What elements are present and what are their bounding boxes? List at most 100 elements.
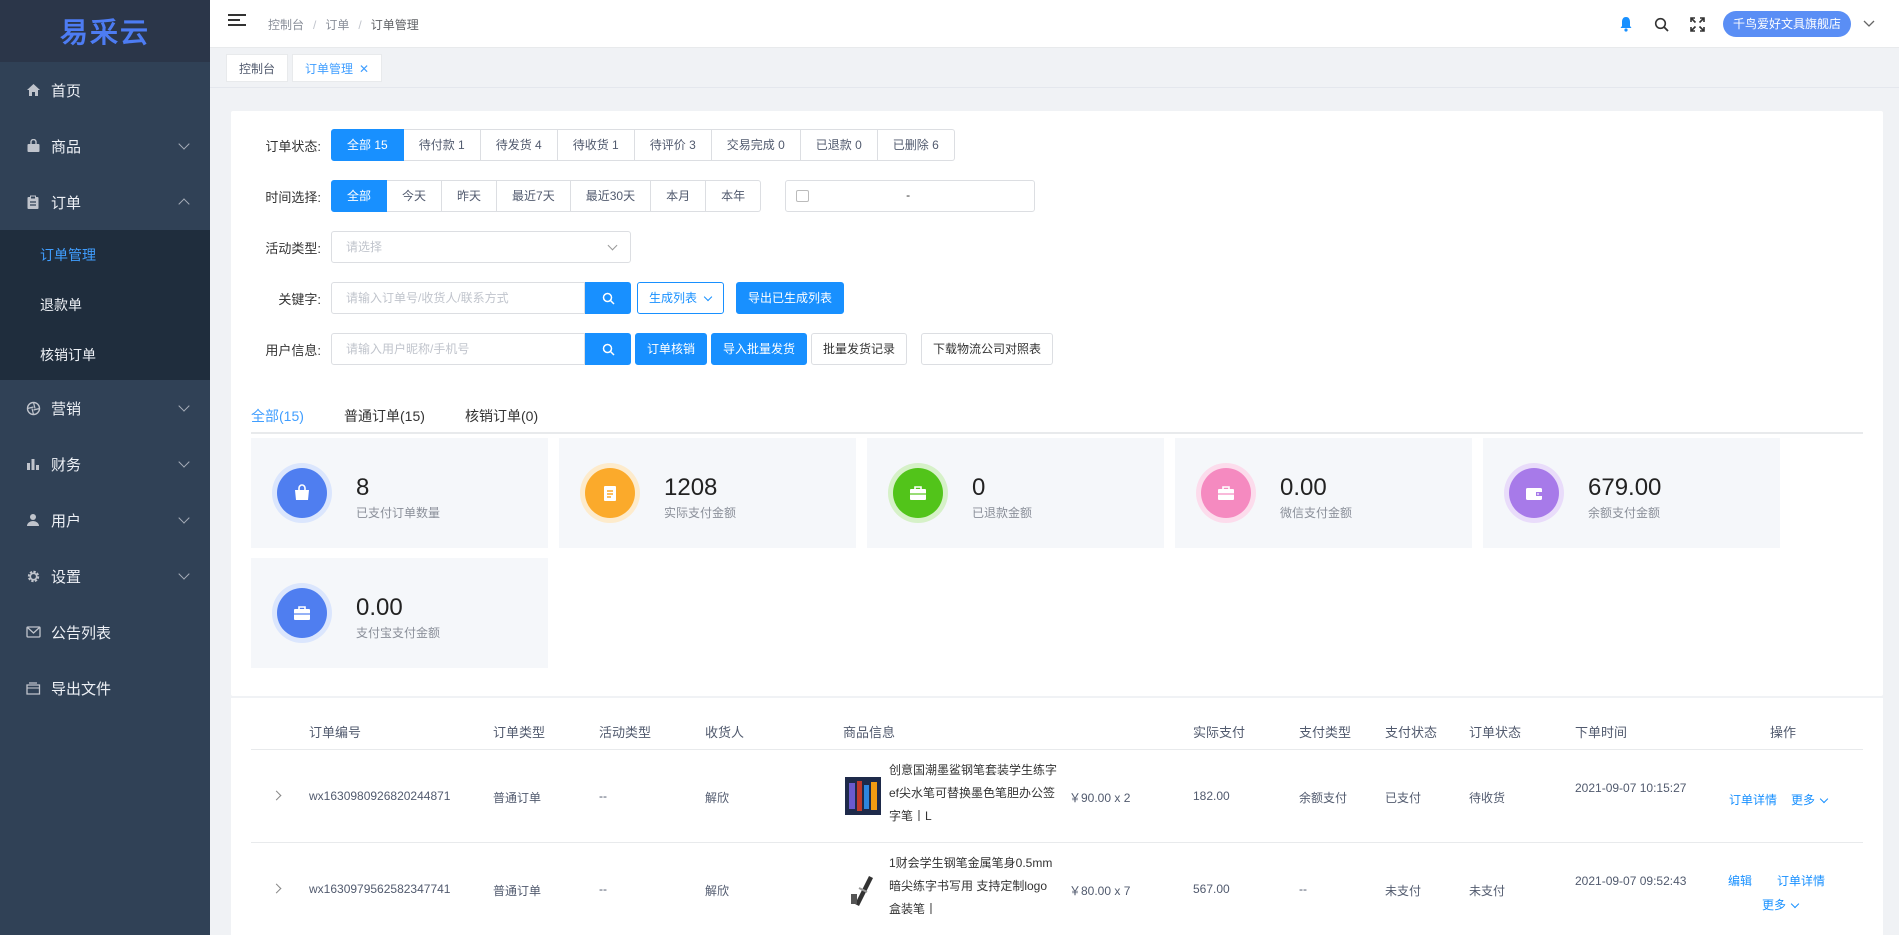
expand-row-icon[interactable] [271,790,282,801]
pay-status: 已支付 [1385,791,1422,805]
user-icon [24,513,42,527]
sidebar-item-settings[interactable]: 设置 [0,548,210,604]
order-verify-button[interactable]: 订单核销 [635,333,708,365]
order-type: 普通订单 [493,791,542,805]
time-option[interactable]: 本年 [706,180,762,212]
chevron-down-icon [178,400,190,412]
select-placeholder: 请选择 [346,240,383,254]
column-header: 商品信息 [843,725,896,740]
sidebar-item-users[interactable]: 用户 [0,492,210,548]
sidebar-item-marketing[interactable]: 营销 [0,380,210,436]
keyword-search-button[interactable] [585,282,631,314]
chevron-down-icon [178,138,190,150]
generate-list-dropdown[interactable]: 生成列表 [637,282,725,314]
column-header: 下单时间 [1575,725,1628,740]
more-actions-dropdown[interactable]: 更多 [1762,896,1800,913]
filter-label: 活动类型: [265,240,321,256]
sidebar-subitem-order-management[interactable]: 订单管理 [0,230,210,280]
activity-filter-row: 活动类型: 请选择 [231,231,631,263]
status-option[interactable]: 待付款 1 [403,129,481,161]
sidebar-item-label: 设置 [51,568,82,586]
column-header: 订单编号 [309,725,362,740]
download-logistics-button[interactable]: 下载物流公司对照表 [921,333,1054,365]
status-option[interactable]: 待评价 3 [634,129,712,161]
wallet-icon [1526,488,1542,500]
column-header: 支付状态 [1385,725,1438,740]
filter-label: 用户信息: [265,342,321,358]
close-icon[interactable]: ✕ [359,62,369,76]
sidebar-item-finance[interactable]: 财务 [0,436,210,492]
sidebar-item-label: 财务 [51,456,82,474]
product-thumbnail [845,870,881,908]
status-option[interactable]: 已删除 6 [877,129,955,161]
stat-label: 余额支付金额 [1588,506,1661,520]
export-generated-list-button[interactable]: 导出已生成列表 [736,282,845,314]
chevron-down-icon [1819,794,1829,804]
time-option[interactable]: 昨天 [442,180,498,212]
chevron-down-icon [607,240,618,251]
chevron-down-icon [178,512,190,524]
sidebar-subitem-verify-orders[interactable]: 核销订单 [0,330,210,380]
time-option[interactable]: 最近30天 [570,180,652,212]
more-actions-dropdown[interactable]: 更多 [1791,791,1829,808]
search-icon[interactable] [1651,13,1673,35]
breadcrumb-item[interactable]: 订单 [325,18,349,32]
status-option[interactable]: 全部 15 [331,129,404,161]
folder-icon [24,681,42,695]
column-header: 操作 [1770,725,1797,740]
table-row: wx1630980926820244871 普通订单 -- 解欣 创意国潮墨鲨钢… [251,751,1863,843]
tag-dashboard[interactable]: 控制台 [226,54,289,82]
time-option[interactable]: 今天 [387,180,443,212]
activity-type-select[interactable]: 请选择 [331,231,631,263]
time-option[interactable]: 全部 [331,180,388,212]
briefcase-icon [910,486,926,500]
breadcrumb: 控制台 / 订单 / 订单管理 [268,18,419,32]
time-option[interactable]: 最近7天 [497,180,571,212]
status-option[interactable]: 待发货 4 [480,129,558,161]
edit-link[interactable]: 编辑 [1728,872,1752,889]
filter-label: 关键字: [278,291,321,307]
price-quantity: ￥90.00 x 2 [1069,791,1131,805]
user-search-input[interactable]: 请输入用户昵称/手机号 [331,333,585,365]
dropdown-label: 更多 [1791,793,1816,807]
bell-icon[interactable] [1615,13,1637,35]
menu-toggle-icon[interactable] [228,14,246,30]
order-detail-link[interactable]: 订单详情 [1777,872,1825,889]
product-name: 创意国潮墨鲨钢笔套装学生练字ef尖水笔可替换墨色笔胆办公签字笔丨L [889,763,1058,823]
sidebar-item-label: 用户 [51,512,82,530]
user-search-button[interactable] [585,333,631,365]
tab-verify[interactable]: 核销订单(0) [465,406,538,426]
status-option[interactable]: 交易完成 0 [711,129,801,161]
stat-value: 8 [356,474,370,501]
sidebar-subitem-refunds[interactable]: 退款单 [0,280,210,330]
import-batch-ship-button[interactable]: 导入批量发货 [711,333,808,365]
sidebar-item-orders[interactable]: 订单 [0,174,210,230]
store-name-badge[interactable]: 千鸟爱好文具旗舰店 [1722,11,1851,37]
date-range-picker[interactable]: - [785,180,1036,212]
keyword-search-input[interactable]: 请输入订单号/收货人/联系方式 [331,282,585,314]
time-option[interactable]: 本月 [651,180,707,212]
chevron-down-icon [703,292,713,302]
activity-type: -- [599,882,607,896]
status-option[interactable]: 待收货 1 [557,129,635,161]
date-range-separator: - [906,188,911,202]
stat-card: 0.00 微信支付金额 [1175,438,1472,548]
expand-row-icon[interactable] [271,883,282,894]
order-detail-link[interactable]: 订单详情 [1729,791,1777,808]
sidebar-item-announcements[interactable]: 公告列表 [0,604,210,660]
sidebar-item-goods[interactable]: 商品 [0,118,210,174]
status-option[interactable]: 已退款 0 [800,129,878,161]
sidebar-item-export-files[interactable]: 导出文件 [0,660,210,716]
tab-normal[interactable]: 普通订单(15) [344,406,425,426]
tag-order-management[interactable]: 订单管理 ✕ [292,54,383,82]
tab-all[interactable]: 全部(15) [251,406,304,440]
table-row: wx1630979562582347741 普通订单 -- 解欣 1财会学生钢笔… [251,844,1863,935]
order-number: wx1630979562582347741 [309,882,451,896]
chevron-down-icon[interactable] [1859,20,1879,28]
breadcrumb-item[interactable]: 控制台 [268,18,304,32]
batch-ship-record-button[interactable]: 批量发货记录 [811,333,908,365]
order-table-card: 订单编号 订单类型 活动类型 收货人 商品信息 实际支付 支付类型 支付状态 订… [231,698,1883,935]
fullscreen-icon[interactable] [1687,13,1709,35]
sidebar-item-home[interactable]: 首页 [0,62,210,118]
stat-card: 8 已支付订单数量 [251,438,548,548]
